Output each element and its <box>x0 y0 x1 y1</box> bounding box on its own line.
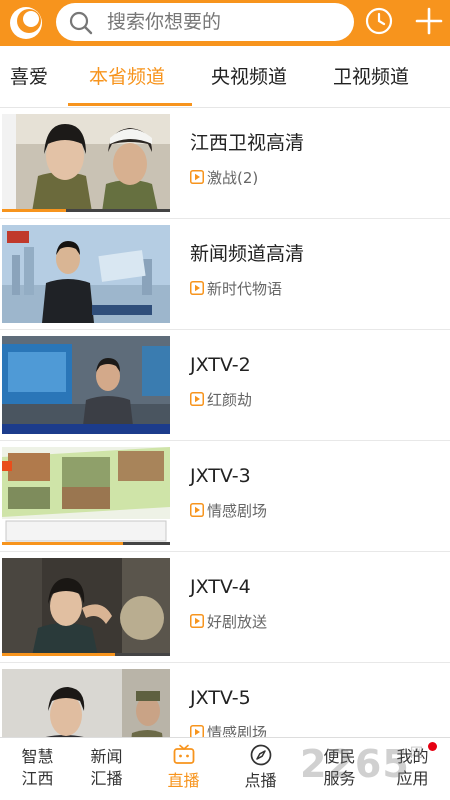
search-bar[interactable]: 搜索你想要的 <box>56 3 354 41</box>
tab-provincial[interactable]: 本省频道 <box>89 64 165 90</box>
play-icon <box>190 614 204 628</box>
tv-icon <box>173 744 195 764</box>
channel-row[interactable]: JXTV-3 情感剧场 <box>0 441 450 552</box>
nav-label: 汇播 <box>90 769 123 788</box>
clock-icon[interactable] <box>364 6 394 36</box>
channel-row[interactable]: JXTV-5 情感剧场 <box>0 663 450 737</box>
channel-thumbnail <box>2 669 170 737</box>
channel-name: JXTV-5 <box>190 687 251 709</box>
nav-label: 智慧 <box>21 747 54 766</box>
nav-vod[interactable]: 点播 <box>223 738 298 800</box>
channel-thumbnail <box>2 447 170 545</box>
channel-row[interactable]: JXTV-2 红颜劫 <box>0 330 450 441</box>
nav-smart-jiangxi[interactable]: 智慧 江西 <box>0 738 75 800</box>
plus-icon[interactable] <box>414 6 444 36</box>
nav-label: 便民 <box>323 747 356 766</box>
progress-bar <box>2 653 115 656</box>
nav-label: 服务 <box>323 769 356 788</box>
nav-label: 直播 <box>167 771 200 790</box>
nav-label: 新闻 <box>90 747 123 766</box>
channel-name: 新闻频道高清 <box>190 243 305 265</box>
program-title: 情感剧场 <box>207 502 268 520</box>
program-title: 好剧放送 <box>207 613 268 631</box>
channel-thumbnail <box>2 558 170 656</box>
notification-badge <box>428 742 437 751</box>
play-icon <box>190 170 204 184</box>
channel-row[interactable]: 江西卫视高清 激战(2) <box>0 108 450 219</box>
channel-name: JXTV-2 <box>190 354 251 376</box>
nav-live[interactable]: 直播 <box>146 738 221 800</box>
channel-thumbnail <box>2 336 170 434</box>
top-bar: 搜索你想要的 <box>0 0 450 46</box>
tab-satellite[interactable]: 卫视频道 <box>333 64 409 90</box>
program-title: 新时代物语 <box>207 280 283 298</box>
nav-label: 江西 <box>21 769 54 788</box>
play-icon <box>190 503 204 517</box>
logo-icon[interactable] <box>8 5 44 41</box>
channel-row[interactable]: 新闻频道高清 新时代物语 <box>0 219 450 330</box>
nav-label: 我的 <box>396 747 429 766</box>
play-icon <box>190 725 204 737</box>
nav-label: 点播 <box>244 771 277 790</box>
search-placeholder: 搜索你想要的 <box>107 11 222 33</box>
channel-name: JXTV-4 <box>190 576 251 598</box>
channel-thumbnail <box>2 114 170 212</box>
program-title: 情感剧场 <box>207 724 268 737</box>
nav-label: 应用 <box>396 769 429 788</box>
channel-list[interactable]: 江西卫视高清 激战(2) 新闻频道高清 新时代物语 JXTV-2 红颜劫 JXT… <box>0 108 450 737</box>
play-icon <box>190 392 204 406</box>
channel-name: 江西卫视高清 <box>190 132 305 154</box>
channel-row[interactable]: JXTV-4 好剧放送 <box>0 552 450 663</box>
channel-tabs: 喜爱 本省频道 央视频道 卫视频道 <box>0 46 450 108</box>
channel-name: JXTV-3 <box>190 465 251 487</box>
channel-thumbnail <box>2 225 170 323</box>
nav-services[interactable]: 便民 服务 <box>302 738 377 800</box>
program-title: 激战(2) <box>207 169 259 187</box>
progress-bar <box>2 209 66 212</box>
bottom-nav: 智慧 江西 新闻 汇播 直播 点播 便民 服务 我的 应用 <box>0 737 450 800</box>
tab-favorites[interactable]: 喜爱 <box>10 64 48 90</box>
nav-my-apps[interactable]: 我的 应用 <box>375 738 450 800</box>
tab-active-indicator <box>68 103 192 106</box>
tab-cctv[interactable]: 央视频道 <box>211 64 287 90</box>
search-icon <box>69 11 93 35</box>
progress-bar <box>2 542 123 545</box>
program-title: 红颜劫 <box>207 391 253 409</box>
play-icon <box>190 281 204 295</box>
compass-icon <box>250 744 272 766</box>
nav-news[interactable]: 新闻 汇播 <box>69 738 144 800</box>
